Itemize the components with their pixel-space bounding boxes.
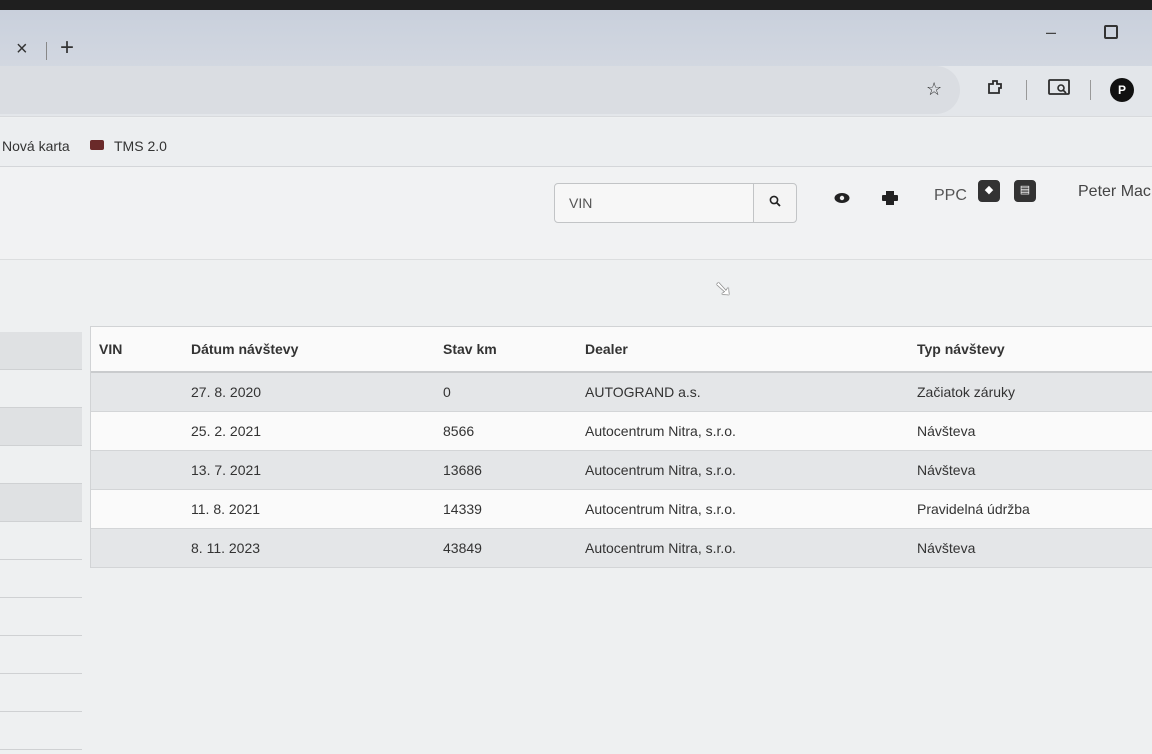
eye-icon[interactable] — [834, 191, 850, 208]
cell-date: 8. 11. 2023 — [191, 528, 443, 568]
tag-button[interactable]: ◆ — [978, 180, 1000, 202]
cell-dealer: AUTOGRAND a.s. — [585, 372, 917, 412]
table-row[interactable]: 13. 7. 2021 13686 Autocentrum Nitra, s.r… — [91, 450, 1152, 490]
cell-km: 0 — [443, 372, 585, 412]
cell-vin — [91, 372, 191, 412]
cell-visit-type: Návšteva — [917, 411, 1152, 451]
cell-visit-type: Návšteva — [917, 450, 1152, 490]
app-header: PPC ◆ ▤ Peter Mac — [0, 167, 1152, 260]
cell-dealer: Autocentrum Nitra, s.r.o. — [585, 489, 917, 529]
window-frame-top — [0, 0, 1152, 10]
cell-km: 14339 — [443, 489, 585, 529]
cell-km: 43849 — [443, 528, 585, 568]
new-tab-button[interactable]: + — [60, 34, 74, 62]
cell-visit-type: Začiatok záruky — [917, 372, 1152, 412]
cell-dealer: Autocentrum Nitra, s.r.o. — [585, 450, 917, 490]
profile-avatar[interactable]: P — [1110, 78, 1134, 102]
side-row — [0, 598, 82, 636]
table-header-row: VIN Dátum návštevy Stav km Dealer Typ ná… — [91, 327, 1152, 373]
side-row — [0, 560, 82, 598]
cell-vin — [91, 528, 191, 568]
minimize-window-icon[interactable]: – — [1046, 22, 1056, 43]
reading-view-icon[interactable] — [1048, 78, 1070, 101]
star-icon[interactable]: ☆ — [926, 78, 942, 100]
bookmarks-bar: Nová karta TMS 2.0 — [0, 118, 1152, 167]
tms-favicon-icon — [90, 140, 104, 150]
left-side-rows — [0, 332, 82, 754]
cell-vin — [91, 450, 191, 490]
visits-table: VIN Dátum návštevy Stav km Dealer Typ ná… — [91, 327, 1152, 568]
side-row — [0, 674, 82, 712]
ppc-label: PPC — [934, 187, 967, 204]
user-name[interactable]: Peter Mac — [1078, 183, 1151, 201]
address-bar[interactable] — [0, 66, 960, 114]
column-header-vin[interactable]: VIN — [91, 327, 191, 373]
toolbar-divider — [1026, 80, 1027, 100]
cart-button[interactable]: ▤ — [1014, 180, 1036, 202]
cart-icon: ▤ — [1019, 184, 1031, 196]
close-tab-icon[interactable]: × — [16, 38, 28, 61]
cell-km: 13686 — [443, 450, 585, 490]
cell-vin — [91, 411, 191, 451]
tab-divider — [46, 42, 47, 60]
table-row[interactable]: 27. 8. 2020 0 AUTOGRAND a.s. Začiatok zá… — [91, 372, 1152, 412]
side-row — [0, 712, 82, 750]
cell-vin — [91, 489, 191, 529]
browser-toolbar: ☆ P — [0, 66, 1152, 117]
side-row — [0, 446, 82, 484]
side-row — [0, 522, 82, 560]
mouse-cursor-icon: ➘ — [714, 276, 733, 301]
search-icon — [769, 195, 781, 207]
cell-visit-type: Návšteva — [917, 528, 1152, 568]
table-row[interactable]: 11. 8. 2021 14339 Autocentrum Nitra, s.r… — [91, 489, 1152, 529]
cell-dealer: Autocentrum Nitra, s.r.o. — [585, 411, 917, 451]
side-row — [0, 636, 82, 674]
column-header-km[interactable]: Stav km — [443, 327, 585, 373]
cell-visit-type: Pravidelná údržba — [917, 489, 1152, 529]
table-row[interactable]: 25. 2. 2021 8566 Autocentrum Nitra, s.r.… — [91, 411, 1152, 451]
column-header-date[interactable]: Dátum návštevy — [191, 327, 443, 373]
toolbar-divider — [1090, 80, 1091, 100]
browser-tabstrip: × + – — [0, 10, 1152, 70]
cell-date: 11. 8. 2021 — [191, 489, 443, 529]
extensions-icon[interactable] — [986, 78, 1004, 101]
column-header-dealer[interactable]: Dealer — [585, 327, 917, 373]
side-row — [0, 332, 82, 370]
restore-window-icon[interactable] — [1104, 25, 1118, 39]
vin-search-input[interactable] — [554, 183, 754, 223]
table-row[interactable]: 8. 11. 2023 43849 Autocentrum Nitra, s.r… — [91, 528, 1152, 568]
cell-km: 8566 — [443, 411, 585, 451]
side-row — [0, 484, 82, 522]
print-icon[interactable] — [882, 191, 898, 209]
bookmark-tms[interactable]: TMS 2.0 — [114, 138, 167, 154]
column-header-visit-type[interactable]: Typ návštevy — [917, 327, 1152, 373]
bookmark-new-tab[interactable]: Nová karta — [2, 138, 70, 154]
tag-icon: ◆ — [984, 184, 994, 196]
cell-date: 27. 8. 2020 — [191, 372, 443, 412]
side-row — [0, 370, 82, 408]
cell-date: 25. 2. 2021 — [191, 411, 443, 451]
visits-table-card: VIN Dátum návštevy Stav km Dealer Typ ná… — [90, 326, 1152, 568]
side-row — [0, 408, 82, 446]
cell-dealer: Autocentrum Nitra, s.r.o. — [585, 528, 917, 568]
cell-date: 13. 7. 2021 — [191, 450, 443, 490]
search-button[interactable] — [753, 183, 797, 223]
